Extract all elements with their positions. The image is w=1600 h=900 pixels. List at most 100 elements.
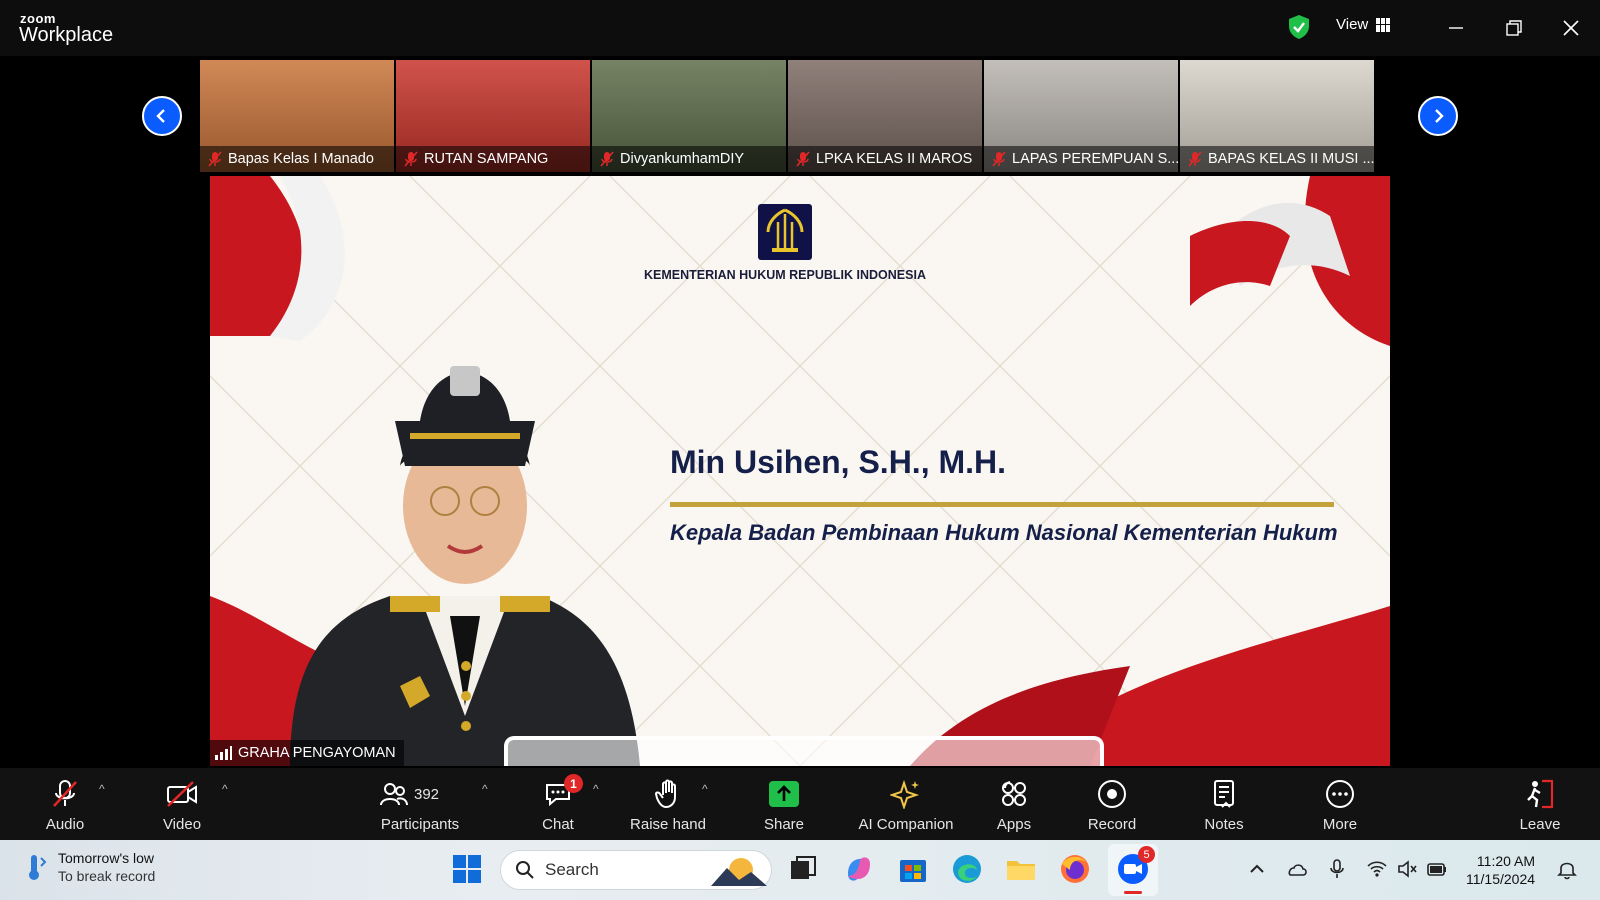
leave-label: Leave [1519,816,1561,833]
muted-mic-icon [208,151,222,167]
leave-door-icon [1527,779,1554,809]
participant-name: LAPAS PEREMPUAN S... [1012,151,1178,167]
participant-tile[interactable]: LPKA KELAS II MAROS [788,60,984,172]
speaker-name: Min Usihen, S.H., M.H. [670,444,1007,480]
participant-tile[interactable]: BAPAS KELAS II MUSI ... [1180,60,1376,172]
participant-caption: RUTAN SAMPANG [396,146,590,172]
participant-caption: BAPAS KELAS II MUSI ... [1180,146,1374,172]
weather-line-2: To break record [58,868,156,884]
copilot-icon[interactable] [842,852,876,886]
tray-overflow-chevron-icon[interactable] [1246,858,1268,880]
zoom-taskbar-button[interactable]: 5 [1108,844,1158,896]
participant-name: RUTAN SAMPANG [424,151,549,167]
video-button[interactable]: Video [156,768,208,840]
participant-name: BAPAS KELAS II MUSI ... [1208,151,1374,167]
video-off-icon [167,781,197,807]
onedrive-cloud-icon[interactable] [1286,858,1308,880]
firefox-icon[interactable] [1058,852,1092,886]
view-label: View [1336,16,1369,33]
record-button[interactable]: Record [1082,768,1142,840]
system-clock[interactable]: 11:20 AM 11/15/2024 [1466,852,1535,888]
more-button[interactable]: More [1316,768,1364,840]
chat-button[interactable]: 1 Chat [536,768,583,840]
participant-name: LPKA KELAS II MAROS [816,151,973,167]
notes-label: Notes [1204,816,1244,833]
battery-icon[interactable] [1426,858,1448,880]
chat-options-caret[interactable]: ^ [593,782,599,796]
view-button[interactable]: View [1336,16,1391,33]
record-icon [1098,780,1126,808]
ministry-title: KEMENTERIAN HUKUM REPUBLIK INDONESIA [644,268,926,282]
clock-date: 11/15/2024 [1466,871,1536,887]
participant-tile[interactable]: LAPAS PEREMPUAN S... [984,60,1180,172]
participants-label: Participants [380,816,460,833]
gallery-prev-button[interactable] [142,96,182,136]
participant-caption: DivyankumhamDIY [592,146,786,172]
ai-companion-button[interactable]: AI Companion [854,768,958,840]
record-label: Record [1087,816,1137,833]
meeting-toolbar: Audio ^ Video ^ 392 Participants ^ 1 Cha… [0,768,1600,840]
chevron-right-icon [1435,109,1444,123]
muted-mic-icon [1188,151,1202,167]
participants-options-caret[interactable]: ^ [482,782,488,796]
participants-count: 392 [414,785,440,803]
participant-name: Bapas Kelas I Manado [228,151,374,167]
minimize-icon[interactable] [1440,12,1472,44]
file-explorer-icon[interactable] [1004,852,1038,886]
taskbar-search[interactable]: Search [500,850,772,890]
gallery-next-button[interactable] [1418,96,1458,136]
raise-hand-button[interactable]: Raise hand [628,768,708,840]
share-screen-icon [769,781,799,807]
signal-bars-icon [215,746,232,760]
wifi-icon[interactable] [1366,858,1388,880]
audio-options-caret[interactable]: ^ [99,782,105,796]
active-speaker-tag: GRAHA PENGAYOMAN [210,740,404,766]
participant-tile[interactable]: DivyankumhamDIY [592,60,788,172]
video-label: Video [162,816,202,833]
app-logo-bottom: Workplace [19,24,114,46]
edge-browser-icon[interactable] [950,852,984,886]
notes-button[interactable]: Notes [1198,768,1250,840]
video-options-caret[interactable]: ^ [222,782,228,796]
weather-widget[interactable]: Tomorrow's low To break record [24,850,155,884]
raise-hand-icon [655,779,676,809]
close-icon[interactable] [1555,12,1587,44]
notification-bell-icon[interactable] [1556,858,1578,880]
microphone-tray-icon[interactable] [1326,858,1348,880]
audio-label: Audio [45,816,85,833]
windows-taskbar: Tomorrow's low To break record Search 5 … [0,840,1600,900]
microsoft-store-icon[interactable] [896,852,930,886]
chevron-left-icon [156,109,165,123]
task-view-icon[interactable] [786,852,820,886]
chat-label: Chat [542,816,574,833]
encryption-shield-icon[interactable] [1288,14,1310,40]
gallery-grid-icon [1376,17,1391,32]
audio-button[interactable]: Audio [40,768,90,840]
participant-tile[interactable]: RUTAN SAMPANG [396,60,592,172]
reactions-options-caret[interactable]: ^ [702,782,708,796]
ai-sparkle-icon [890,779,920,809]
participants-button[interactable]: 392 Participants [376,768,464,840]
share-label: Share [763,816,805,833]
weather-line-1: Tomorrow's low [58,850,155,866]
apps-button[interactable]: Apps [990,768,1038,840]
ai-companion-label: AI Companion [858,816,954,833]
speaker-role: Kepala Badan Pembinaan Hukum Nasional Ke… [670,520,1338,545]
thermometer-icon [29,855,47,880]
gold-divider [670,502,1334,507]
ministry-emblem-icon [758,204,812,260]
share-button[interactable]: Share [758,768,810,840]
title-bar: zoom Workplace View [0,0,1600,56]
windows-start-icon[interactable] [450,852,484,886]
participant-tile[interactable]: Bapas Kelas I Manado [200,60,396,172]
search-highlight-icon [711,858,767,886]
participants-icon [380,783,408,806]
leave-button[interactable]: Leave [1516,768,1564,840]
restore-icon[interactable] [1498,12,1530,44]
search-placeholder: Search [545,860,599,879]
speaker-muted-icon[interactable] [1396,858,1418,880]
apps-icon [1002,781,1026,806]
muted-mic-icon [992,151,1006,167]
search-icon [516,861,534,879]
raise-hand-label: Raise hand [630,816,706,833]
